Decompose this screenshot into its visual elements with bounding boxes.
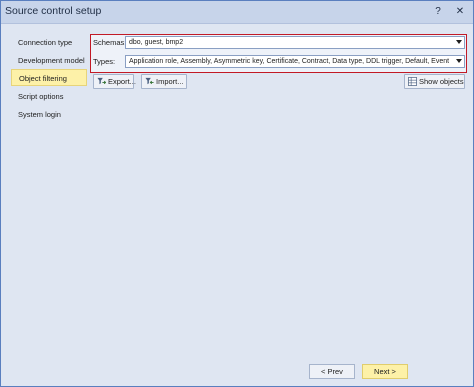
window-title: Source control setup: [5, 5, 102, 17]
sidebar-item-label: Object filtering: [19, 74, 67, 83]
types-label: Types:: [93, 57, 116, 66]
show-objects-button[interactable]: Show objects: [404, 74, 465, 89]
sidebar-item-label: Script options: [18, 92, 64, 101]
help-button[interactable]: ?: [431, 5, 445, 19]
sidebar-item-label: Development model: [18, 56, 85, 65]
sidebar-item-label: Connection type: [18, 38, 73, 47]
object-filter-panel: Schemas: dbo, guest, bmp2 Types: Applica…: [90, 34, 467, 73]
next-button[interactable]: Next >: [362, 364, 408, 379]
close-button[interactable]: ✕: [453, 5, 467, 19]
sidebar-item-system-login[interactable]: System login: [11, 106, 87, 123]
filter-import-icon: [145, 77, 154, 85]
title-bar: Source control setup ? ✕: [1, 1, 473, 24]
schemas-value: dbo, guest, bmp2: [129, 39, 184, 46]
types-value: Application role, Assembly, Asymmetric k…: [129, 58, 450, 65]
sidebar-item-development-model[interactable]: Development model: [11, 52, 87, 69]
chevron-down-icon[interactable]: [456, 59, 462, 63]
filter-export-icon: [97, 77, 106, 85]
show-objects-button-label: Show objects: [419, 77, 464, 86]
schemas-label: Schemas:: [93, 38, 127, 47]
sidebar-item-label: System login: [18, 110, 61, 119]
types-dropdown[interactable]: Application role, Assembly, Asymmetric k…: [125, 55, 465, 68]
objects-grid-icon: [408, 77, 417, 86]
sidebar-item-connection-type[interactable]: Connection type: [11, 34, 87, 51]
export-button[interactable]: Export...: [93, 74, 136, 89]
export-button-label: Export...: [108, 77, 136, 86]
dialog-content: Connection type Development model Object…: [1, 24, 473, 386]
import-button[interactable]: Import...: [141, 74, 187, 89]
import-button-label: Import...: [156, 77, 184, 86]
prev-button[interactable]: < Prev: [309, 364, 355, 379]
sidebar-item-object-filtering[interactable]: Object filtering: [11, 69, 87, 86]
schemas-dropdown[interactable]: dbo, guest, bmp2: [125, 36, 465, 49]
source-control-setup-window: Source control setup ? ✕ Connection type…: [0, 0, 474, 387]
sidebar-item-script-options[interactable]: Script options: [11, 88, 87, 105]
chevron-down-icon[interactable]: [456, 40, 462, 44]
